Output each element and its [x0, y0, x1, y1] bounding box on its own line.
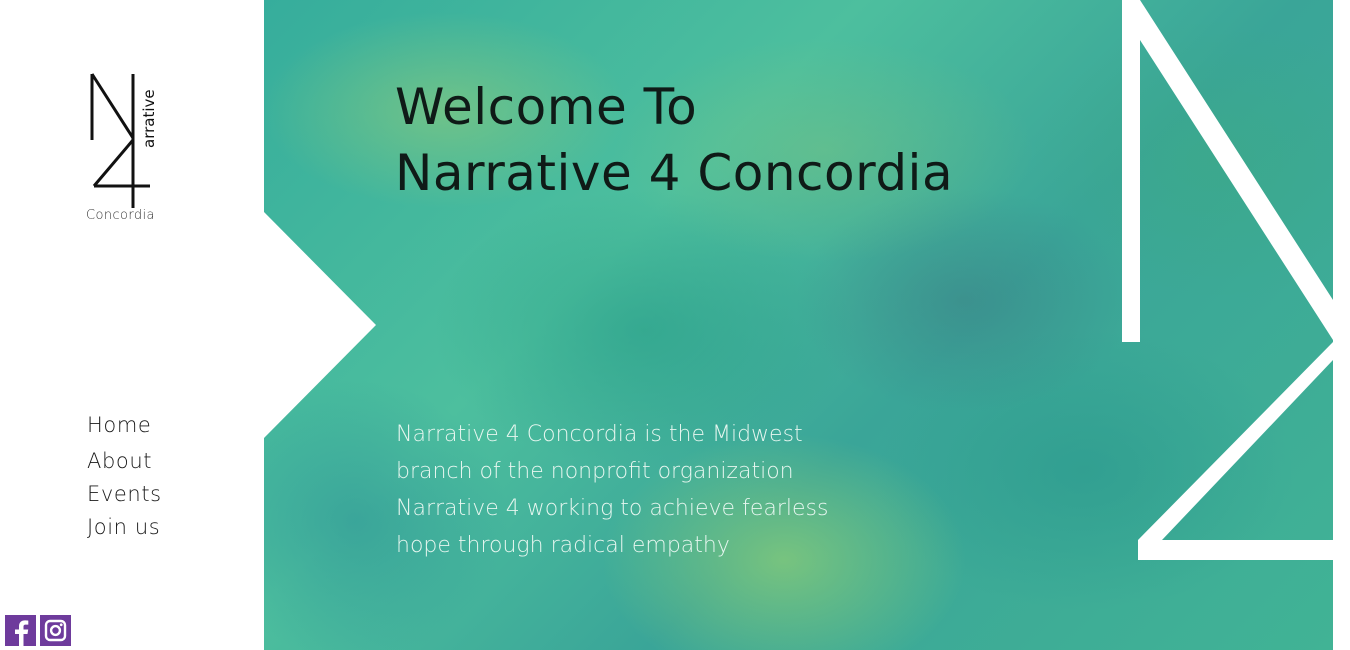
- instagram-link[interactable]: [40, 615, 71, 646]
- sidebar: arrative Concordia Home About Events Joi…: [0, 0, 264, 650]
- nav-about[interactable]: About: [87, 451, 162, 472]
- nav-home[interactable]: Home: [87, 415, 162, 436]
- n4-large-mark: [1122, 0, 1333, 560]
- hero-title-line2: Narrative 4 Concordia: [395, 144, 954, 202]
- logo[interactable]: arrative: [84, 70, 164, 230]
- facebook-link[interactable]: [5, 615, 36, 646]
- logo-caption: Concordia: [86, 208, 155, 223]
- hero-banner: Welcome To Narrative 4 Concordia Narrati…: [264, 0, 1333, 650]
- hero-title: Welcome To Narrative 4 Concordia: [395, 74, 953, 206]
- hero-title-line1: Welcome To: [395, 78, 698, 136]
- nav-join-us[interactable]: Join us: [87, 517, 162, 538]
- hero-description: Narrative 4 Concordia is the Midwest bra…: [396, 422, 829, 558]
- instagram-icon: [44, 619, 67, 642]
- social-links: [5, 615, 71, 646]
- facebook-icon: [15, 620, 29, 646]
- n4-logo-mark: arrative: [90, 73, 158, 208]
- page: arrative Concordia Home About Events Joi…: [0, 0, 1350, 650]
- arrow-notch-shape: [264, 212, 376, 438]
- svg-text:arrative: arrative: [140, 89, 158, 148]
- main-nav: Home About Events Join us: [87, 415, 162, 538]
- nav-events[interactable]: Events: [87, 484, 162, 505]
